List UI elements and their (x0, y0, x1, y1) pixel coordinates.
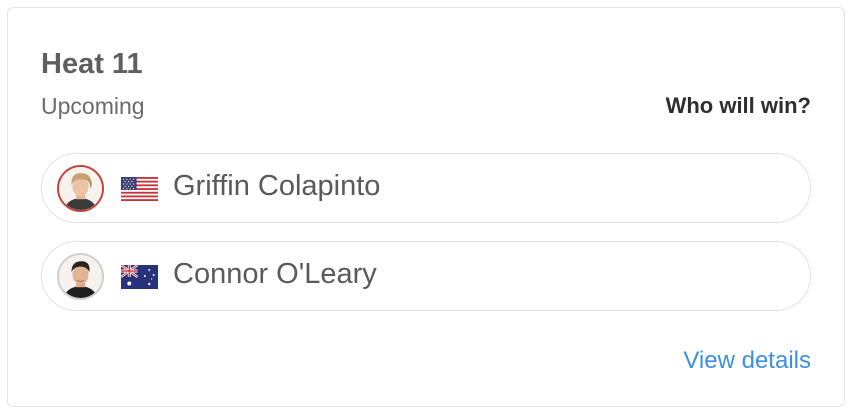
avatar (57, 253, 104, 300)
competitor-name: Connor O'Leary (173, 258, 377, 290)
view-details-link[interactable]: View details (683, 347, 811, 375)
competitor-name: Griffin Colapinto (173, 170, 381, 202)
heat-status: Upcoming (41, 93, 145, 119)
avatar (57, 165, 104, 212)
competitor-option-2[interactable]: Connor O'Leary (41, 241, 811, 311)
us-flag-icon (121, 177, 158, 201)
heat-card: Heat 11 Upcoming Who will win? Griffin C… (7, 7, 845, 407)
heat-title: Heat 11 (41, 48, 143, 80)
au-flag-icon (121, 265, 158, 289)
competitor-option-1[interactable]: Griffin Colapinto (41, 153, 811, 223)
prediction-prompt: Who will win? (665, 93, 811, 118)
